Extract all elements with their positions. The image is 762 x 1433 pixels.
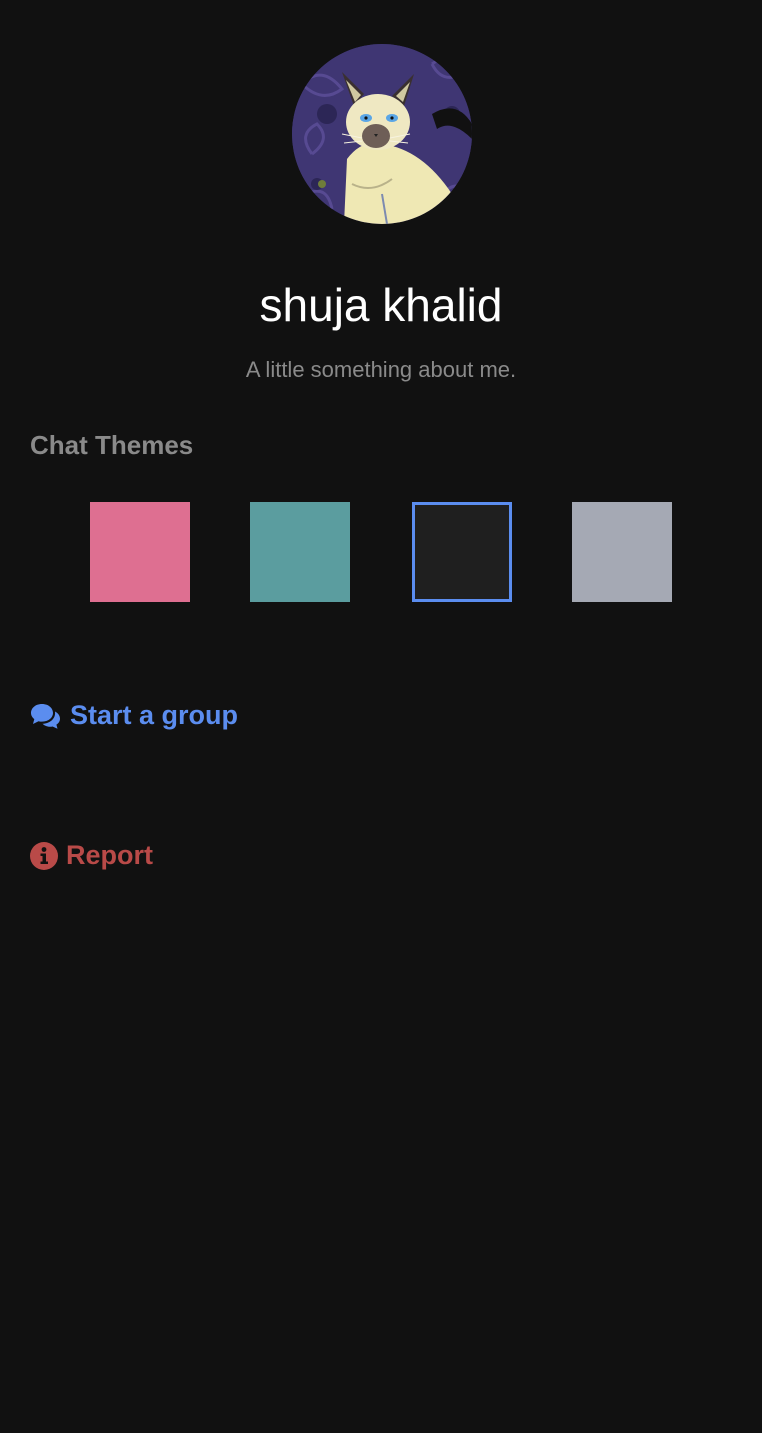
- profile-name: shuja khalid: [259, 279, 503, 331]
- report-label: Report: [66, 840, 153, 870]
- theme-swatch-gray[interactable]: [572, 502, 672, 602]
- profile-page: shuja khalid A little something about me…: [0, 0, 762, 1433]
- chat-theme-picker: [90, 502, 672, 602]
- theme-swatch-teal[interactable]: [250, 502, 350, 602]
- report-button[interactable]: Report: [30, 840, 153, 871]
- profile-bio: A little something about me.: [245, 357, 517, 382]
- avatar: [292, 44, 472, 224]
- info-circle-icon: [30, 841, 58, 870]
- theme-swatch-dark[interactable]: [412, 502, 512, 602]
- theme-swatch-pink[interactable]: [90, 502, 190, 602]
- comments-icon: [30, 702, 62, 730]
- cat-avatar-image: [292, 44, 472, 224]
- chat-themes-title: Chat Themes: [30, 430, 194, 460]
- start-group-label: Start a group: [70, 700, 239, 730]
- start-group-button[interactable]: Start a group: [30, 700, 238, 731]
